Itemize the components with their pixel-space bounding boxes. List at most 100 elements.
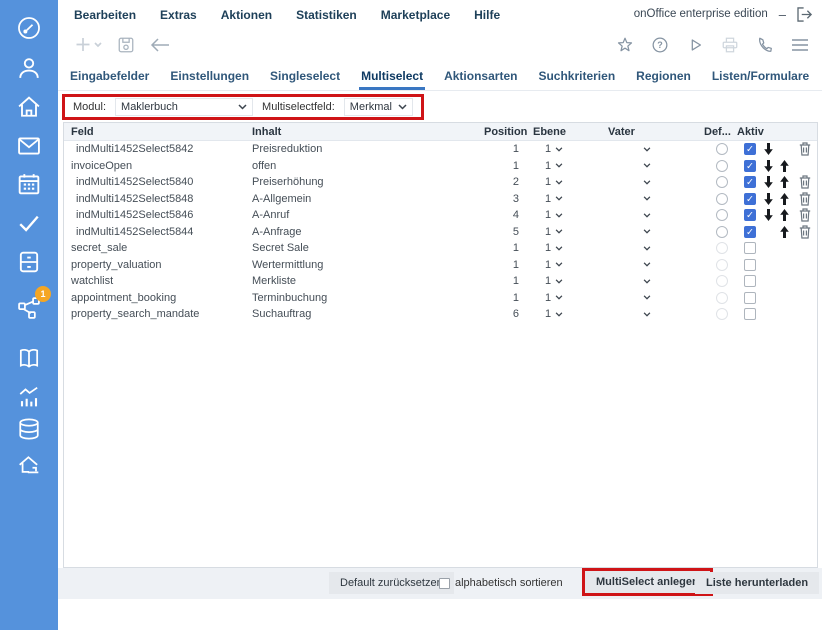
ebene-select[interactable]: 1 — [519, 209, 589, 221]
logout-icon[interactable] — [797, 7, 814, 22]
ebene-select[interactable]: 1 — [519, 176, 589, 188]
menu-icon[interactable] — [791, 38, 809, 52]
move-down-icon[interactable] — [760, 160, 776, 172]
default-radio[interactable] — [716, 176, 728, 188]
move-up-icon[interactable] — [776, 226, 792, 238]
aktiv-checkbox[interactable] — [744, 275, 756, 287]
tasks-icon[interactable] — [15, 209, 43, 237]
delete-icon[interactable] — [792, 142, 817, 156]
acquisition-icon[interactable] — [15, 452, 43, 480]
ebene-select[interactable]: 1 — [519, 193, 589, 205]
menu-aktionen[interactable]: Aktionen — [221, 8, 272, 22]
statistics-icon[interactable] — [15, 383, 43, 411]
default-radio[interactable] — [716, 160, 728, 172]
ebene-select[interactable]: 1 — [519, 275, 589, 287]
network-icon[interactable]: 1 — [15, 294, 43, 322]
move-down-icon[interactable] — [760, 176, 776, 188]
default-radio[interactable] — [716, 275, 728, 287]
add-record-icon[interactable] — [75, 36, 102, 54]
tab-listen-formulare[interactable]: Listen/Formulare — [712, 62, 809, 90]
favorite-star-icon[interactable] — [616, 36, 634, 54]
tab-multiselect[interactable]: Multiselect — [361, 62, 423, 90]
download-list-button[interactable]: Liste herunterladen — [695, 572, 819, 594]
tab-suchkriterien[interactable]: Suchkriterien — [538, 62, 615, 90]
alphabetical-sort-checkbox[interactable] — [439, 578, 450, 589]
default-radio[interactable] — [716, 308, 728, 320]
aktiv-checkbox[interactable] — [744, 143, 756, 155]
vater-select[interactable] — [589, 180, 704, 185]
vater-select[interactable] — [589, 262, 704, 267]
aktiv-checkbox[interactable] — [744, 193, 756, 205]
ebene-select[interactable]: 1 — [519, 242, 589, 254]
vater-select[interactable] — [589, 213, 704, 218]
help-icon[interactable]: ? — [651, 36, 669, 54]
delete-icon[interactable] — [792, 192, 817, 206]
tab-singleselect[interactable]: Singleselect — [270, 62, 340, 90]
vater-select[interactable] — [589, 229, 704, 234]
ebene-select[interactable]: 1 — [519, 226, 589, 238]
move-up-icon[interactable] — [776, 160, 792, 172]
aktiv-checkbox[interactable] — [744, 209, 756, 221]
menu-marketplace[interactable]: Marketplace — [381, 8, 450, 22]
default-radio[interactable] — [716, 292, 728, 304]
back-arrow-icon[interactable] — [150, 37, 170, 53]
vater-select[interactable] — [589, 163, 704, 168]
delete-icon[interactable] — [792, 225, 817, 239]
multiselectfeld-select[interactable]: Merkmal — [344, 98, 413, 116]
move-up-icon[interactable] — [776, 176, 792, 188]
vater-select[interactable] — [589, 246, 704, 251]
create-multiselect-button[interactable]: MultiSelect anlegen — [585, 571, 710, 593]
ebene-select[interactable]: 1 — [519, 259, 589, 271]
ebene-select[interactable]: 1 — [519, 292, 589, 304]
vater-select[interactable] — [589, 295, 704, 300]
aktiv-checkbox[interactable] — [744, 176, 756, 188]
delete-icon[interactable] — [792, 208, 817, 222]
tab-einstellungen[interactable]: Einstellungen — [170, 62, 249, 90]
menu-extras[interactable]: Extras — [160, 8, 197, 22]
tab-eingabefelder[interactable]: Eingabefelder — [70, 62, 149, 90]
onoffice-logo-icon[interactable] — [15, 14, 43, 42]
ebene-select[interactable]: 1 — [519, 160, 589, 172]
modul-select[interactable]: Maklerbuch — [115, 98, 253, 116]
phone-icon[interactable] — [756, 36, 774, 54]
default-radio[interactable] — [716, 143, 728, 155]
menu-hilfe[interactable]: Hilfe — [474, 8, 500, 22]
aktiv-checkbox[interactable] — [744, 308, 756, 320]
aktiv-checkbox[interactable] — [744, 160, 756, 172]
knowledge-icon[interactable] — [15, 344, 43, 372]
archive-icon[interactable] — [15, 248, 43, 276]
vater-select[interactable] — [589, 147, 704, 152]
default-radio[interactable] — [716, 242, 728, 254]
minimize-button[interactable]: – — [779, 8, 786, 21]
aktiv-checkbox[interactable] — [744, 242, 756, 254]
default-radio[interactable] — [716, 193, 728, 205]
default-reset-button[interactable]: Default zurücksetzen — [329, 572, 454, 594]
properties-icon[interactable] — [15, 93, 43, 121]
menu-statistiken[interactable]: Statistiken — [296, 8, 357, 22]
tab-regionen[interactable]: Regionen — [636, 62, 691, 90]
move-down-icon[interactable] — [760, 209, 776, 221]
ebene-select[interactable]: 1 — [519, 143, 589, 155]
vater-select[interactable] — [589, 196, 704, 201]
aktiv-checkbox[interactable] — [744, 226, 756, 238]
vater-select[interactable] — [589, 312, 704, 317]
print-icon[interactable] — [721, 36, 739, 54]
aktiv-checkbox[interactable] — [744, 292, 756, 304]
default-radio[interactable] — [716, 226, 728, 238]
move-down-icon[interactable] — [760, 193, 776, 205]
default-radio[interactable] — [716, 209, 728, 221]
move-up-icon[interactable] — [776, 193, 792, 205]
move-down-icon[interactable] — [760, 143, 776, 155]
calendar-icon[interactable] — [15, 170, 43, 198]
contacts-icon[interactable] — [15, 54, 43, 82]
play-icon[interactable] — [686, 36, 704, 54]
menu-bearbeiten[interactable]: Bearbeiten — [74, 8, 136, 22]
delete-icon[interactable] — [792, 175, 817, 189]
ebene-select[interactable]: 1 — [519, 308, 589, 320]
database-icon[interactable] — [15, 415, 43, 443]
vater-select[interactable] — [589, 279, 704, 284]
save-icon[interactable] — [117, 36, 135, 54]
aktiv-checkbox[interactable] — [744, 259, 756, 271]
email-icon[interactable] — [15, 132, 43, 160]
tab-aktionsarten[interactable]: Aktionsarten — [444, 62, 517, 90]
